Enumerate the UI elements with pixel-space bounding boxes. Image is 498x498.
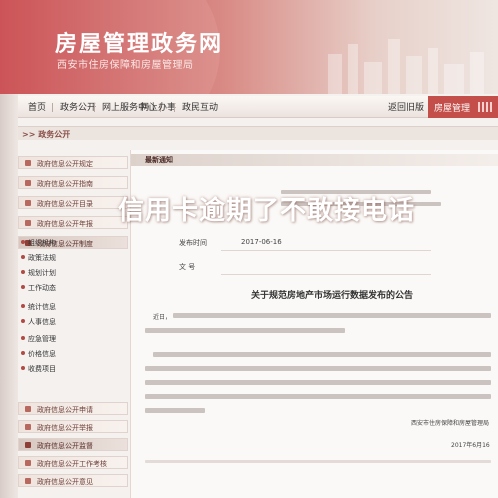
- nav-home[interactable]: 首页: [28, 100, 46, 113]
- nav-tag: 房屋管理: [428, 96, 498, 118]
- nav-online-affairs[interactable]: 网上办事: [140, 100, 176, 113]
- sub-item-news[interactable]: 工作动态: [18, 281, 68, 294]
- breadcrumb: >> 政务公开: [18, 126, 498, 140]
- nav-back-old[interactable]: 返回旧版: [388, 100, 424, 113]
- sidebar: 政府信息公开规定 政府信息公开指南 政府信息公开目录 政府信息公开年报 政府信息…: [18, 150, 128, 498]
- overlay-caption: 信用卡逾期了不敢接电话: [118, 196, 416, 226]
- text-line: [145, 328, 345, 333]
- breadcrumb-label[interactable]: >> 政务公开: [22, 129, 70, 140]
- text-line: [173, 313, 491, 318]
- meta-divider: [221, 274, 431, 275]
- text-line: [145, 394, 491, 399]
- site-title: 房屋管理政务网: [55, 31, 224, 57]
- panel-header-label: 最新通知: [145, 156, 173, 164]
- sidebar-item-apply[interactable]: 政府信息公开申请: [18, 402, 128, 415]
- sidebar-item-report[interactable]: 政府信息公开举报: [18, 420, 128, 433]
- panel-header: 最新通知: [131, 154, 498, 166]
- meta-divider: [221, 250, 431, 251]
- sub-item-emergency[interactable]: 应急管理: [18, 332, 68, 345]
- article-salutation: 近日，: [153, 314, 172, 321]
- sub-item-price[interactable]: 价格信息: [18, 347, 68, 360]
- text-line: [145, 460, 491, 463]
- nav-interaction[interactable]: 政民互动: [182, 100, 218, 113]
- sub-item-fees[interactable]: 收费项目: [18, 362, 68, 375]
- sub-item-hr[interactable]: 人事信息: [18, 315, 68, 328]
- sidebar-item-assess[interactable]: 政府信息公开工作考核: [18, 456, 128, 469]
- page-left-shade: [0, 94, 18, 498]
- text-line: [153, 352, 491, 357]
- site-subtitle: 西安市住房保障和房屋管理局: [57, 60, 194, 71]
- sub-item-policy[interactable]: 政策法规: [18, 251, 68, 264]
- sub-item-plan[interactable]: 规划计划: [18, 266, 68, 279]
- meta-date: 2017-06-16: [241, 238, 282, 246]
- sidebar-item-annual[interactable]: 政府信息公开年报: [18, 216, 128, 229]
- meta-label-date: 发布时间: [179, 239, 207, 247]
- sidebar-item-supervise[interactable]: 政府信息公开监督: [18, 438, 128, 451]
- sub-item-stats[interactable]: 统计信息: [18, 300, 68, 313]
- sidebar-item-catalog[interactable]: 政府信息公开目录: [18, 196, 128, 209]
- nav-separator: [174, 103, 175, 112]
- site-banner: 房屋管理政务网 西安市住房保障和房屋管理局: [0, 0, 498, 94]
- main-nav: 首页 政务公开 网上服务中心 网上办事 政民互动 返回旧版 房屋管理: [18, 96, 498, 118]
- sidebar-item-opinion[interactable]: 政府信息公开意见: [18, 474, 128, 487]
- text-line: [145, 408, 205, 413]
- meta-label-docno: 文 号: [179, 263, 196, 271]
- sidebar-item-rules[interactable]: 政府信息公开规定: [18, 156, 128, 169]
- nav-separator: [52, 103, 53, 112]
- sidebar-item-guide[interactable]: 政府信息公开指南: [18, 176, 128, 189]
- text-line: [145, 380, 491, 385]
- article-title: 关于规范房地产市场运行数据发布的公告: [251, 291, 414, 301]
- article-sign-date: 2017年6月16: [451, 442, 490, 449]
- skyline-graphic: [328, 39, 484, 94]
- nav-gov-open[interactable]: 政务公开: [60, 100, 96, 113]
- nav-separator: [94, 103, 95, 112]
- article-signature: 西安市住房保障和房屋管理局: [411, 420, 490, 427]
- text-line: [145, 366, 491, 371]
- sub-item-org[interactable]: 组织机构: [18, 236, 68, 249]
